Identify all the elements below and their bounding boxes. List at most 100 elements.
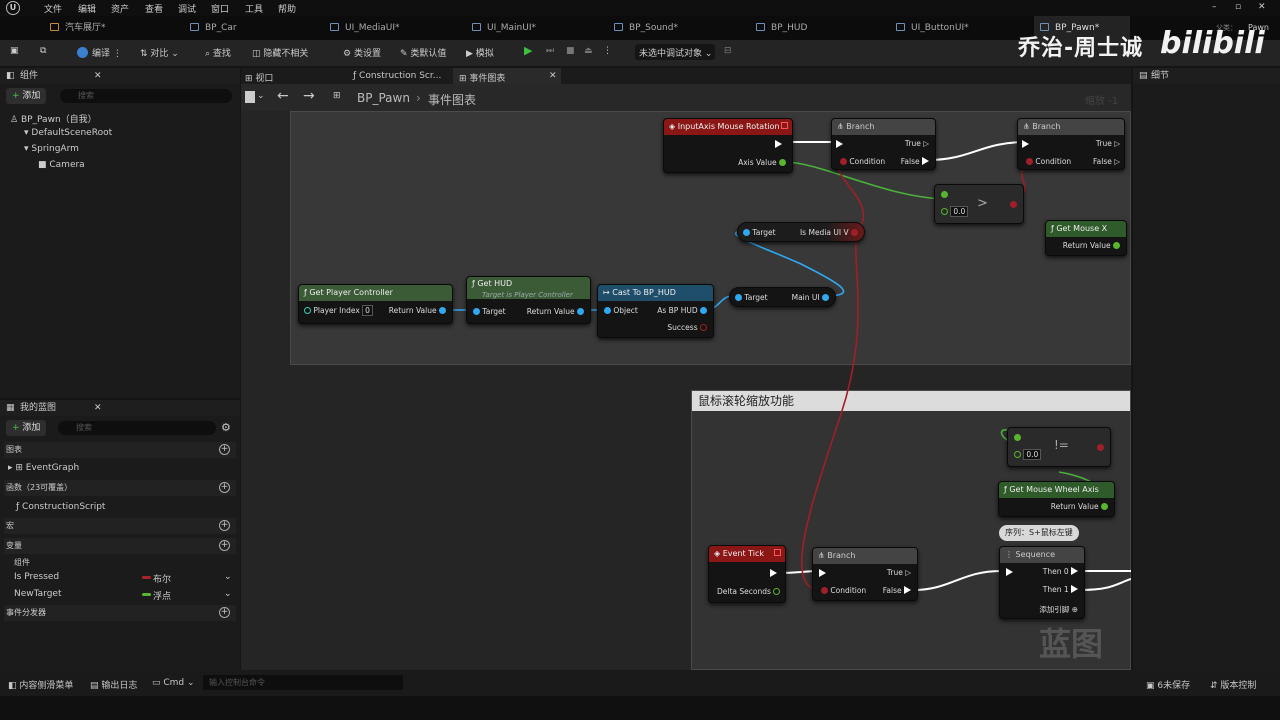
diff-button[interactable]: ⇅ 对比 ⌄ xyxy=(140,46,179,59)
menu-debug[interactable]: 调试 xyxy=(178,2,196,15)
tab-event-graph[interactable]: ⊞ 事件图表 ✕ xyxy=(453,68,561,84)
hide-unrelated-button[interactable]: ◫ 隐藏不相关 xyxy=(252,46,308,59)
add-component-button[interactable]: + 添加 xyxy=(6,88,47,104)
node-cast-to-bp-hud[interactable]: ↦ Cast To BP_HUD Object As BP HUD Succes… xyxy=(597,284,714,338)
node-get-mouse-x[interactable]: ƒ Get Mouse X Return Value xyxy=(1045,220,1127,256)
true-pin[interactable]: True ▷ xyxy=(905,139,929,148)
section-graphs[interactable]: 图表 + xyxy=(4,442,236,458)
add-graph-icon[interactable]: + xyxy=(219,444,230,455)
node-branch-1[interactable]: ⋔ Branch True ▷ Condition False xyxy=(831,118,936,170)
debug-target-dropdown[interactable]: 未选中调试对象 ⌄ xyxy=(635,44,715,60)
node-inputaxis-mouse-rotation[interactable]: ◈ InputAxis Mouse Rotation Axis Value xyxy=(663,118,793,173)
false-pin[interactable]: False ▷ xyxy=(1093,157,1120,166)
section-functions[interactable]: 函数（23可覆盖） + xyxy=(4,480,236,496)
sequence-comment-bubble[interactable]: 序列：S+鼠标左键 xyxy=(999,525,1079,541)
target-pin[interactable]: Target xyxy=(473,307,506,316)
a-input-pin[interactable] xyxy=(1014,433,1021,442)
components-category[interactable]: 组件 xyxy=(14,557,30,568)
add-dispatcher-icon[interactable]: + xyxy=(219,607,230,618)
blueprint-search-input[interactable]: 搜索 xyxy=(58,421,216,435)
tree-item-camera[interactable]: ■ Camera xyxy=(38,160,85,170)
tab-construction-script[interactable]: ƒ Construction Scr... xyxy=(353,71,441,81)
tree-item-bp-pawn[interactable]: ♙ BP_Pawn（自我） xyxy=(10,112,97,125)
node-get-hud[interactable]: ƒ Get HUD Target is Player Controller Ta… xyxy=(466,276,591,324)
add-macro-icon[interactable]: + xyxy=(219,520,230,531)
then-0-pin[interactable]: Then 0 xyxy=(1043,567,1078,576)
add-pin-button[interactable]: 添加引脚 ⊕ xyxy=(1039,604,1078,615)
delegate-pin[interactable] xyxy=(774,549,781,556)
condition-pin[interactable]: Condition xyxy=(1026,157,1071,166)
debug-find-icon[interactable]: ⊟ xyxy=(724,46,732,56)
maximize-icon[interactable]: ▫ xyxy=(1235,2,1241,12)
node-get-player-controller[interactable]: ƒ Get Player Controller Player Index 0 R… xyxy=(298,284,453,324)
content-drawer-button[interactable]: ◧ 内容侧滑菜单 xyxy=(8,678,73,691)
chevron-down-icon[interactable]: ⌄ xyxy=(224,589,232,599)
close-icon[interactable]: ✕ xyxy=(94,68,102,84)
menu-file[interactable]: 文件 xyxy=(44,2,62,15)
b-input-pin[interactable]: 0.0 xyxy=(1014,449,1042,460)
success-pin[interactable]: Success xyxy=(667,323,707,332)
return-value-pin[interactable]: Return Value xyxy=(527,307,584,316)
exec-in-pin[interactable] xyxy=(836,140,843,149)
tab-ui-mainui[interactable]: UI_MainUI* xyxy=(472,16,536,40)
exec-in-pin[interactable] xyxy=(819,569,826,578)
true-pin[interactable]: True ▷ xyxy=(1096,139,1120,148)
find-button[interactable]: ⌕ 查找 xyxy=(205,46,231,59)
delta-seconds-pin[interactable]: Delta Seconds xyxy=(717,587,781,596)
axis-value-pin[interactable]: Axis Value xyxy=(738,158,786,167)
cmd-dropdown[interactable]: ▭ Cmd ⌄ xyxy=(152,678,195,688)
return-value-pin[interactable]: Return Value xyxy=(1051,502,1108,511)
minimize-icon[interactable]: – xyxy=(1212,2,1217,12)
output-log-button[interactable]: ▤ 输出日志 xyxy=(90,678,137,691)
result-pin[interactable] xyxy=(1097,443,1104,452)
add-variable-icon[interactable]: + xyxy=(219,540,230,551)
menu-edit[interactable]: 编辑 xyxy=(78,2,96,15)
eject-icon[interactable]: ⏏ xyxy=(584,46,593,56)
result-pin[interactable] xyxy=(1010,200,1017,209)
stop-icon[interactable]: ■ xyxy=(566,46,575,56)
tab-ui-buttonui[interactable]: UI_ButtonUI* xyxy=(896,16,969,40)
is-media-ui-pin[interactable]: Is Media UI V xyxy=(800,228,858,237)
browse-icon[interactable]: ⧉ xyxy=(40,46,46,56)
delegate-pin[interactable] xyxy=(781,122,788,129)
condition-pin[interactable]: Condition xyxy=(821,586,866,595)
menu-help[interactable]: 帮助 xyxy=(278,2,296,15)
class-defaults-button[interactable]: ✎ 类默认值 xyxy=(400,46,446,59)
unreal-logo-icon[interactable]: U xyxy=(6,1,20,15)
tab-viewport[interactable]: ⊞ 视口 xyxy=(245,71,273,84)
player-index-field[interactable]: 0 xyxy=(362,305,373,316)
close-icon[interactable]: ✕ xyxy=(94,400,102,416)
add-function-icon[interactable]: + xyxy=(219,482,230,493)
node-event-tick[interactable]: ◈ Event Tick Delta Seconds xyxy=(708,545,786,603)
variable-is-pressed[interactable]: Is Pressed 布尔 ⌄ xyxy=(14,572,236,585)
tab-bp-hud[interactable]: BP_HUD xyxy=(756,16,807,40)
close-icon[interactable]: ✕ xyxy=(549,71,557,81)
tree-item-scene-root[interactable]: ▾ DefaultSceneRoot xyxy=(24,128,112,138)
b-value-field[interactable]: 0.0 xyxy=(950,206,969,217)
a-input-pin[interactable] xyxy=(941,190,948,199)
event-graph-canvas[interactable]: ⌄ ← → ⊞ BP_Pawn › 事件图表 缩放 -1 鼠标滚轮缩放功能 ◈ … xyxy=(241,84,1131,670)
simulate-button[interactable]: ▶ 模拟 xyxy=(466,46,494,59)
tab-showroom[interactable]: 汽车展厅* xyxy=(50,16,106,40)
player-index-pin[interactable]: Player Index 0 xyxy=(304,305,373,316)
event-graph-item[interactable]: ▸ ⊞ EventGraph xyxy=(8,463,79,473)
components-search-input[interactable]: 搜索 xyxy=(60,89,232,103)
section-variables[interactable]: 变量 + xyxy=(4,538,236,554)
return-value-pin[interactable]: Return Value xyxy=(1063,241,1120,250)
target-pin[interactable]: Target xyxy=(743,228,776,237)
b-value-field[interactable]: 0.0 xyxy=(1023,449,1042,460)
class-settings-button[interactable]: ⚙ 类设置 xyxy=(343,46,381,59)
object-pin[interactable]: Object xyxy=(604,306,638,315)
node-get-mouse-wheel-axis[interactable]: ƒ Get Mouse Wheel Axis Return Value xyxy=(998,481,1115,517)
variable-new-target[interactable]: NewTarget 浮点 ⌄ xyxy=(14,589,236,602)
then-1-pin[interactable]: Then 1 xyxy=(1043,585,1078,594)
menu-tools[interactable]: 工具 xyxy=(245,2,263,15)
tab-bp-sound[interactable]: BP_Sound* xyxy=(614,16,678,40)
node-greater-than[interactable]: 0.0 > xyxy=(934,184,1024,224)
add-member-button[interactable]: + 添加 xyxy=(6,420,47,436)
tab-ui-mediaui[interactable]: UI_MediaUI* xyxy=(330,16,400,40)
play-icon[interactable]: ▶ xyxy=(524,44,532,57)
node-branch-2[interactable]: ⋔ Branch True ▷ Condition False ▷ xyxy=(1017,118,1125,170)
console-input[interactable]: 输入控制台命令 xyxy=(203,675,403,690)
false-pin[interactable]: False xyxy=(883,586,911,595)
